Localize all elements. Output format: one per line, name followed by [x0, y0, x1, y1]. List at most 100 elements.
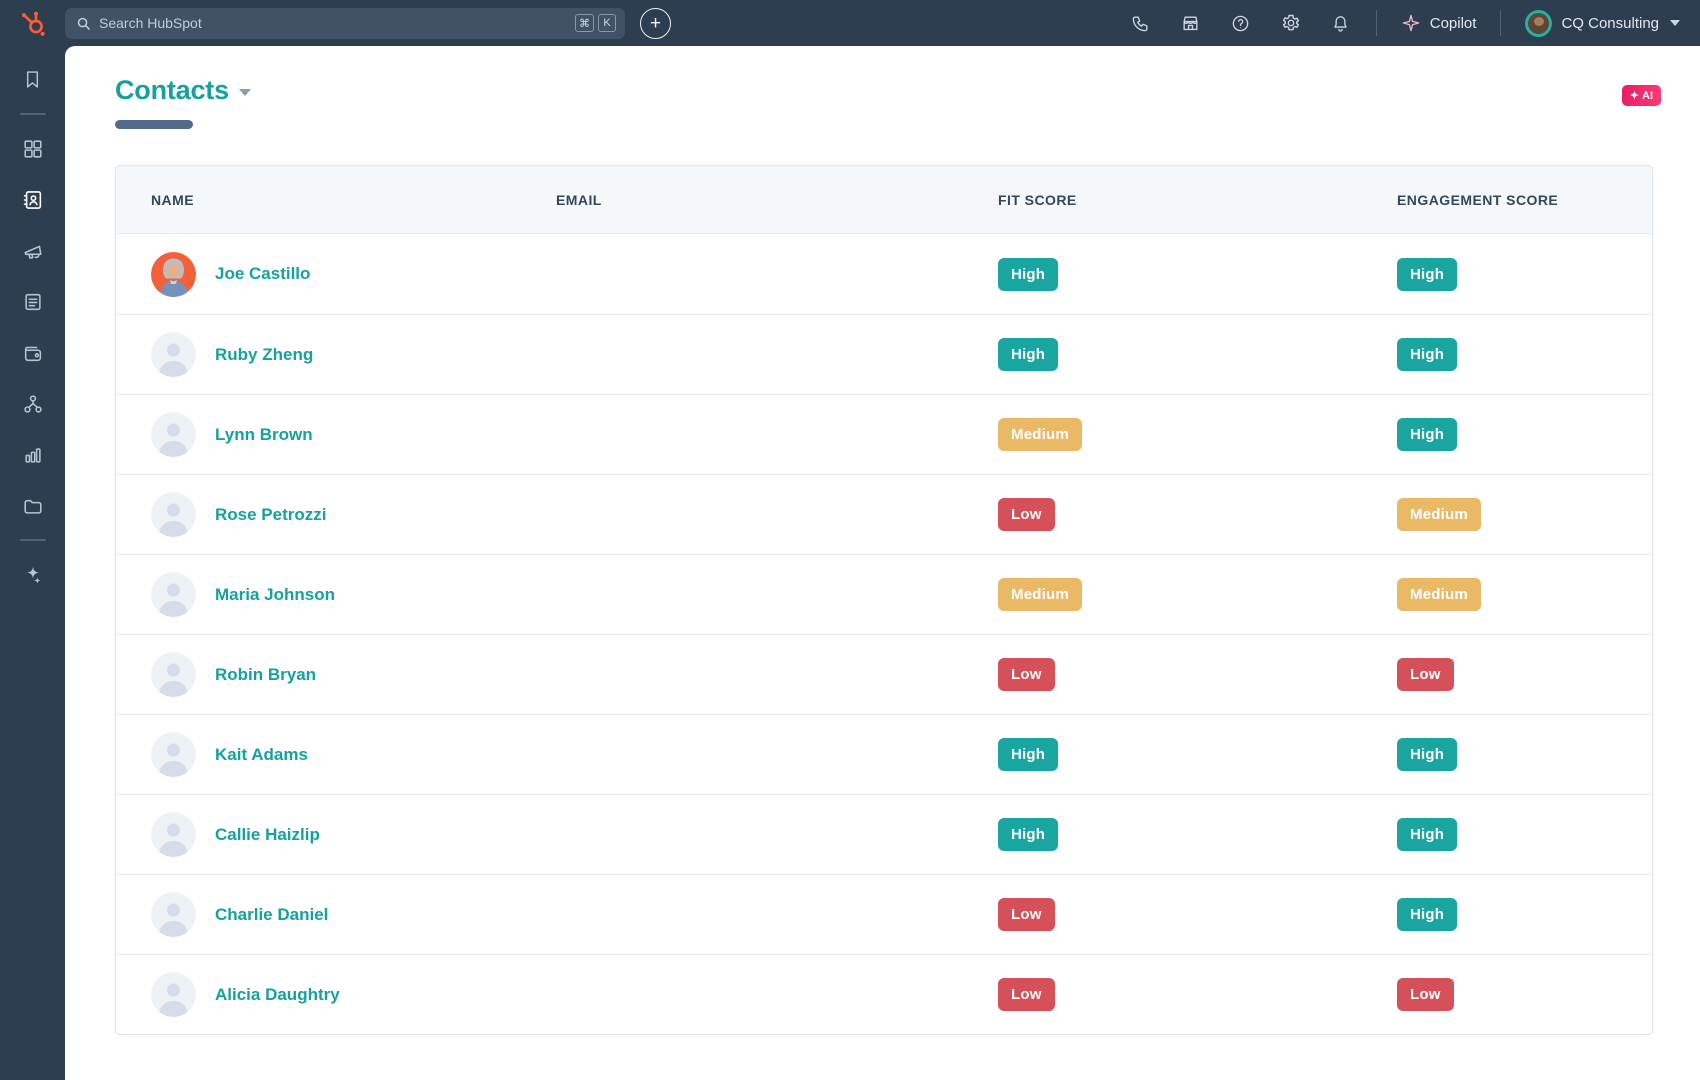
avatar [151, 332, 196, 377]
table-row: Callie Haizlip High High [116, 794, 1652, 874]
table-row: Kait Adams High High [116, 714, 1652, 794]
settings-icon[interactable] [1266, 0, 1316, 46]
help-icon[interactable] [1216, 0, 1266, 46]
name-cell: Maria Johnson [151, 572, 556, 617]
topbar-divider [1500, 10, 1502, 36]
sidebar-item-content[interactable] [0, 276, 65, 327]
name-cell: Ruby Zheng [151, 332, 556, 377]
name-cell: Alicia Daughtry [151, 972, 556, 1017]
name-cell: Charlie Daniel [151, 892, 556, 937]
global-search[interactable]: ⌘ K [65, 7, 625, 39]
name-cell: Rose Petrozzi [151, 492, 556, 537]
account-avatar [1525, 9, 1553, 37]
table-row: Rose Petrozzi Low Medium [116, 474, 1652, 554]
engagement-score-cell: High [1397, 738, 1652, 771]
engagement-score-cell: High [1397, 257, 1652, 291]
sidebar-item-contacts[interactable] [0, 174, 65, 225]
sidebar-item-commerce[interactable] [0, 327, 65, 378]
notifications-icon[interactable] [1316, 0, 1366, 46]
contact-name-link[interactable]: Rose Petrozzi [215, 505, 326, 525]
contact-name-link[interactable]: Charlie Daniel [215, 905, 328, 925]
sidebar-item-bookmarks[interactable] [0, 54, 65, 105]
search-input[interactable] [99, 15, 567, 31]
hubspot-sprocket-icon [21, 11, 45, 36]
grid-icon [23, 139, 42, 158]
contact-name-link[interactable]: Callie Haizlip [215, 825, 320, 845]
table-row: Maria Johnson Medium Medium [116, 554, 1652, 634]
column-header-email[interactable]: EMAIL [556, 192, 998, 208]
engagement-score-cell: Low [1397, 978, 1652, 1011]
contact-name-link[interactable]: Joe Castillo [215, 264, 310, 284]
fit-score-cell: Low [998, 498, 1397, 531]
fit-score-cell: High [998, 818, 1397, 851]
contact-name-link[interactable]: Maria Johnson [215, 585, 335, 605]
wallet-icon [24, 346, 41, 361]
create-button[interactable]: + [640, 7, 671, 39]
column-header-name[interactable]: NAME [151, 192, 556, 208]
engagement-score-cell: High [1397, 898, 1652, 931]
fit-score-badge: Medium [998, 578, 1082, 611]
name-cell: Kait Adams [151, 732, 556, 777]
fit-score-badge: High [998, 257, 1059, 291]
fit-score-cell: Medium [998, 578, 1397, 611]
megaphone-icon [23, 245, 42, 259]
engagement-score-badge: High [1397, 338, 1458, 371]
sidebar-item-ai-assistant[interactable] [0, 549, 65, 600]
subtitle-placeholder [115, 120, 193, 129]
fit-score-badge: Low [998, 498, 1055, 531]
sidebar-item-marketing[interactable] [0, 225, 65, 276]
avatar [151, 732, 196, 777]
contact-name-link[interactable]: Ruby Zheng [215, 345, 313, 365]
account-menu[interactable]: CQ Consulting [1511, 0, 1684, 46]
name-cell: Lynn Brown [151, 412, 556, 457]
sidebar-item-dashboards[interactable] [0, 123, 65, 174]
chevron-down-icon [1670, 20, 1680, 26]
topbar-divider [1375, 10, 1377, 36]
topbar: ⌘ K + [0, 0, 1700, 46]
bookmark-icon [26, 71, 39, 88]
page-title: Contacts [115, 75, 229, 105]
page-title-dropdown[interactable]: Contacts [115, 75, 251, 106]
contacts-book-icon [23, 190, 41, 209]
sidebar-item-reporting[interactable] [0, 429, 65, 480]
sidebar-item-automations[interactable] [0, 378, 65, 429]
avatar [151, 892, 196, 937]
engagement-score-cell: Low [1397, 658, 1652, 691]
fit-score-badge: Medium [998, 418, 1082, 451]
table-row: Alicia Daughtry Low Low [116, 954, 1652, 1034]
name-cell: Joe Castillo [151, 251, 556, 297]
search-icon [77, 17, 90, 30]
search-shortcut: ⌘ K [575, 14, 616, 32]
avatar [151, 251, 196, 297]
workflow-icon [23, 394, 42, 413]
cmd-key: ⌘ [575, 14, 594, 32]
contact-name-link[interactable]: Kait Adams [215, 745, 308, 765]
sparkle-icon [26, 566, 41, 584]
fit-score-cell: High [998, 257, 1397, 291]
fit-score-badge: Low [998, 978, 1055, 1011]
copilot-button[interactable]: Copilot [1387, 0, 1491, 46]
bar-chart-icon [24, 447, 41, 463]
marketplace-icon[interactable] [1166, 0, 1216, 46]
engagement-score-badge: Medium [1397, 498, 1481, 531]
sidebar [0, 46, 65, 1080]
hubspot-logo[interactable] [0, 10, 65, 37]
k-key: K [598, 14, 616, 32]
column-header-engagement-score[interactable]: ENGAGEMENT SCORE [1397, 192, 1652, 208]
ai-badge-button[interactable]: ✦ AI [1621, 85, 1661, 106]
fit-score-badge: Low [998, 658, 1055, 691]
engagement-score-cell: High [1397, 418, 1652, 451]
contact-name-link[interactable]: Lynn Brown [215, 425, 313, 445]
column-header-fit-score[interactable]: FIT SCORE [998, 192, 1397, 208]
engagement-score-cell: Medium [1397, 578, 1652, 611]
engagement-score-badge: Medium [1397, 578, 1481, 611]
sidebar-item-data-management[interactable] [0, 480, 65, 531]
phone-icon[interactable] [1116, 0, 1166, 46]
avatar [151, 492, 196, 537]
table-row: Charlie Daniel Low High [116, 874, 1652, 954]
contact-name-link[interactable]: Alicia Daughtry [215, 985, 340, 1005]
ai-badge-label: AI [1642, 89, 1653, 102]
copilot-label: Copilot [1429, 14, 1477, 32]
contact-name-link[interactable]: Robin Bryan [215, 665, 316, 685]
topbar-actions: Copilot CQ Consulting [1116, 0, 1684, 46]
